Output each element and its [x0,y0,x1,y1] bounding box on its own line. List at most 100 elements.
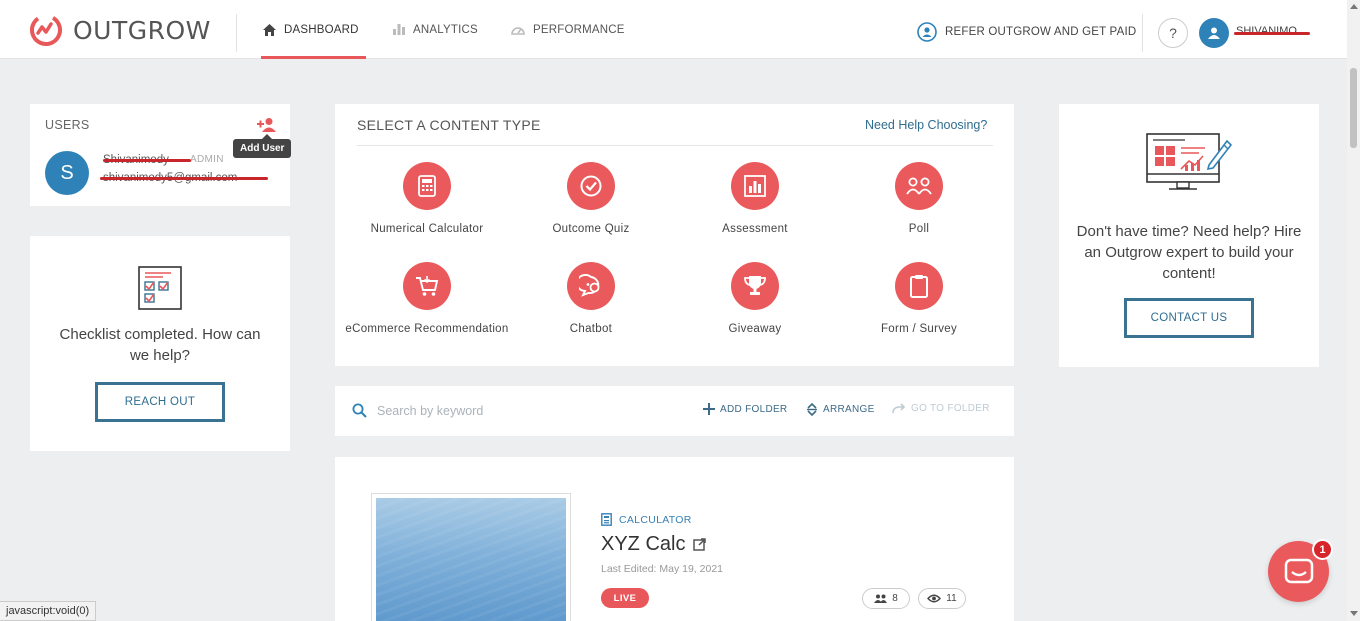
content-type-label: eCommerce Recommendation [345,323,509,335]
go-to-folder-label: GO TO FOLDER [911,403,990,414]
bar-chart-icon [393,24,405,35]
top-navbar: OUTGROW DASHBOARD ANALYTICS PERFORMANCE … [0,0,1347,59]
users-title: USERS [45,118,90,132]
content-type-numerical-calculator[interactable]: Numerical Calculator [345,162,509,237]
redaction-mark [103,159,191,162]
check-circle-icon [580,175,602,197]
chat-notification-badge: 1 [1312,539,1333,560]
content-type-label: Outcome Quiz [552,223,630,235]
user-role: ADMIN [190,154,224,165]
chat-bubble-icon [1284,558,1313,583]
outgrow-logo-icon [30,14,62,46]
content-type-label: Giveaway [728,323,782,335]
contact-us-button[interactable]: CONTACT US [1124,298,1254,338]
content-type-label: Form / Survey [880,323,958,335]
status-badge: LIVE [601,588,649,608]
project-title[interactable]: XYZ Calc [601,533,707,556]
forward-arrow-icon [892,403,906,414]
views-count-pill: 11 [918,588,966,609]
plus-icon [703,403,715,415]
checklist-icon [138,266,182,310]
eye-icon [927,594,942,603]
add-folder-button[interactable]: ADD FOLDER [703,403,787,415]
nav-dashboard[interactable]: DASHBOARD [261,0,366,59]
views-count: 11 [946,593,957,604]
content-type-label: Assessment [722,223,788,235]
scroll-down-arrow[interactable] [1350,611,1358,616]
last-edited: Last Edited: May 19, 2021 [601,563,723,575]
chat-icon [579,274,600,297]
redaction-mark [1234,32,1310,35]
refer-label: REFER OUTGROW AND GET PAID [945,26,1137,38]
need-help-link[interactable]: Need Help Choosing? [865,118,987,132]
logo-text: OUTGROW [73,15,211,45]
content-type-poll[interactable]: Poll [837,162,1001,237]
user-avatar[interactable]: S [45,151,89,195]
help-button[interactable]: ? [1158,18,1188,48]
divider [1142,14,1143,52]
user-silhouette-icon [1208,27,1220,39]
leads-count-pill: 8 [862,588,910,609]
refer-link[interactable]: REFER OUTGROW AND GET PAID [917,0,1136,64]
content-type-form-survey[interactable]: Form / Survey [837,262,1001,337]
refer-icon [917,22,937,42]
content-type-outcome-quiz[interactable]: Outcome Quiz [509,162,673,237]
content-type-label: Numerical Calculator [370,223,484,235]
top-username[interactable]: SHIVANIMO [1236,25,1297,37]
outgrow-logo[interactable]: OUTGROW [29,13,211,47]
monitor-dashboard-icon [1146,133,1233,190]
divider [236,14,237,52]
expert-help-message: Don't have time? Need help? Hire an Outg… [1076,223,1302,282]
people-icon [874,594,888,603]
checklist-message: Checklist completed. How can we help? [59,326,261,364]
cart-icon [416,276,439,296]
content-type-card: SELECT A CONTENT TYPE Need Help Choosing… [335,104,1014,366]
scroll-up-arrow[interactable] [1350,4,1358,9]
project-thumbnail[interactable] [371,493,571,621]
people-icon [906,177,932,195]
content-type-chatbot[interactable]: Chatbot [509,262,673,337]
project-title-text: XYZ Calc [601,533,686,555]
arrange-button[interactable]: ARRANGE [806,403,875,416]
nav-performance[interactable]: PERFORMANCE [511,0,625,59]
search-toolbar: ADD FOLDER ARRANGE GO TO FOLDER [335,386,1014,436]
content-type-label: Poll [908,223,930,235]
home-icon [263,23,276,36]
content-type-label: Chatbot [569,323,613,335]
scroll-thumb[interactable] [1350,68,1357,148]
external-link-icon[interactable] [693,538,707,551]
add-user-tooltip: Add User [233,134,292,158]
gauge-icon [511,27,525,35]
content-type-title: SELECT A CONTENT TYPE [357,117,541,133]
add-user-icon[interactable] [257,117,277,133]
search-icon [352,403,367,418]
clipboard-icon [910,275,928,298]
browser-status-bar: javascript:void(0) [0,601,97,621]
project-type: CALCULATOR [601,513,692,526]
leads-count: 8 [892,593,898,604]
nav-dashboard-label: DASHBOARD [284,23,359,36]
content-type-assessment[interactable]: Assessment [673,162,837,237]
content-type-ecommerce[interactable]: eCommerce Recommendation [345,262,509,337]
trophy-icon [744,276,766,295]
arrange-icon [807,403,817,416]
go-to-folder-button[interactable]: GO TO FOLDER [892,403,990,414]
redaction-mark [100,177,268,180]
content-type-giveaway[interactable]: Giveaway [673,262,837,337]
calculator-icon [601,513,612,526]
calculator-icon [418,175,436,197]
search-input[interactable] [377,399,677,423]
nav-performance-label: PERFORMANCE [533,23,625,36]
arrange-label: ARRANGE [823,404,875,415]
nav-analytics-label: ANALYTICS [413,23,478,36]
divider [357,145,993,146]
add-folder-label: ADD FOLDER [720,403,788,415]
project-card: CALCULATOR XYZ Calc Last Edited: May 19,… [335,457,1014,621]
vertical-scrollbar[interactable] [1347,0,1360,621]
project-type-label: CALCULATOR [619,513,692,526]
user-avatar-icon[interactable] [1199,18,1229,48]
bar-chart-icon [744,175,766,197]
thumbnail-image [376,498,566,621]
reach-out-button[interactable]: REACH OUT [95,382,225,422]
nav-analytics[interactable]: ANALYTICS [393,0,478,59]
